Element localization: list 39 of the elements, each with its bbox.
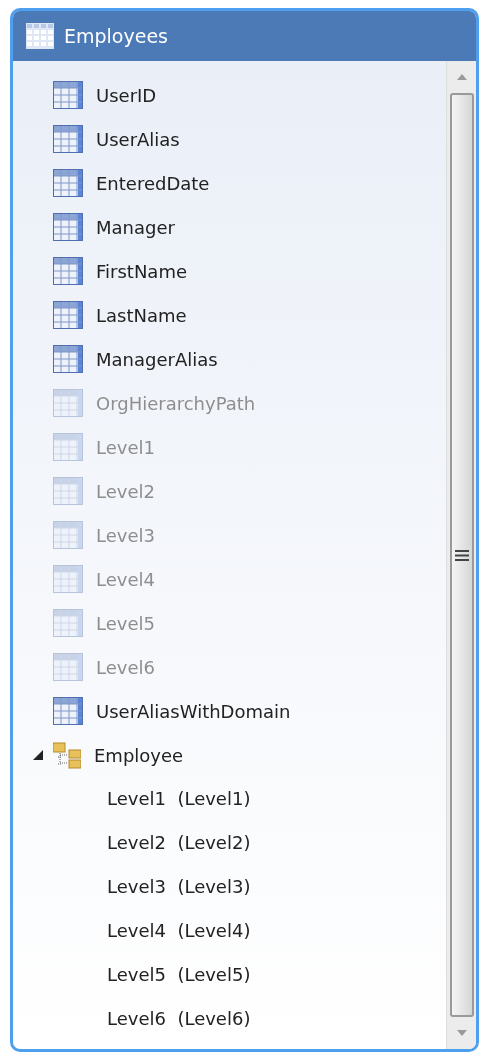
table-icon — [53, 125, 83, 153]
level-item[interactable]: Level2 (Level2) — [33, 821, 251, 865]
table-icon — [53, 609, 83, 637]
window-title: Employees — [64, 25, 168, 47]
attribute-item[interactable]: ManagerAlias — [33, 337, 218, 381]
table-icon — [53, 565, 83, 593]
table-icon — [53, 653, 83, 681]
table-icon — [53, 81, 83, 109]
hierarchy-item[interactable]: Employee — [43, 733, 184, 777]
expander-icon[interactable] — [33, 750, 43, 760]
table-icon — [53, 697, 83, 725]
table-icon — [53, 257, 83, 285]
grip-icon — [454, 549, 469, 561]
table-icon — [53, 301, 83, 329]
attribute-item[interactable]: EnteredDate — [33, 161, 210, 205]
scroll-thumb[interactable] — [449, 93, 474, 1017]
table-icon — [53, 521, 83, 549]
table-icon — [53, 345, 83, 373]
scroll-down-icon[interactable] — [455, 1029, 468, 1037]
level-item[interactable]: Level5 (Level5) — [33, 953, 251, 997]
table-icon — [26, 23, 54, 49]
attribute-item[interactable]: UserAlias — [33, 117, 180, 161]
level-item[interactable]: Level4 (Level4) — [33, 909, 251, 953]
level-item[interactable]: Level1 (Level1) — [33, 777, 251, 821]
table-icon — [53, 433, 83, 461]
hierarchy-icon — [53, 741, 81, 769]
table-icon — [53, 389, 83, 417]
attribute-item[interactable]: FirstName — [33, 249, 187, 293]
scrollbar[interactable] — [446, 61, 476, 1049]
level-item[interactable]: Level6 (Level6) — [33, 997, 251, 1041]
attribute-item[interactable]: LastName — [33, 293, 187, 337]
table-icon — [53, 213, 83, 241]
table-icon — [53, 477, 83, 505]
table-icon — [53, 169, 83, 197]
scroll-up-icon[interactable] — [455, 73, 468, 81]
attribute-item[interactable]: Manager — [33, 205, 175, 249]
attribute-item[interactable]: UserAliasWithDomain — [33, 689, 291, 733]
attribute-item[interactable]: UserID — [33, 73, 157, 117]
level-item[interactable]: Level3 (Level3) — [33, 865, 251, 909]
